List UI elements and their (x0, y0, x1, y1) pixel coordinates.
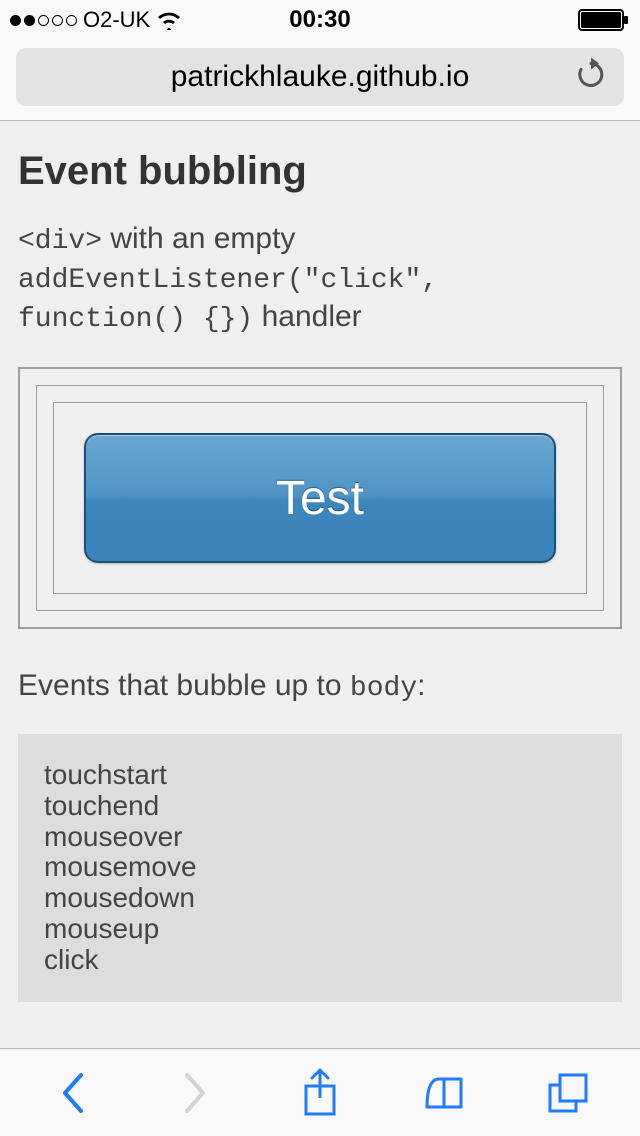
middle-div[interactable]: Test (36, 385, 604, 611)
status-bar: O2-UK 00:30 (0, 0, 640, 40)
forward-button[interactable] (171, 1068, 221, 1118)
browser-toolbar (0, 1048, 640, 1136)
event-item: touchend (44, 791, 596, 822)
address-bar[interactable]: patrickhlauke.github.io (16, 48, 624, 106)
page-title: Event bubbling (18, 149, 622, 194)
event-item: mousedown (44, 883, 596, 914)
outer-div[interactable]: Test (18, 367, 622, 629)
code-snippet: addEventListener("click", function() {}) (18, 265, 438, 335)
url-text: patrickhlauke.github.io (171, 60, 470, 94)
events-label: Events that bubble up to body: (18, 669, 622, 704)
test-button[interactable]: Test (84, 433, 556, 563)
event-item: click (44, 945, 596, 976)
event-item: mouseover (44, 822, 596, 853)
battery-icon (578, 9, 630, 31)
inner-div[interactable]: Test (53, 402, 587, 594)
clock: 00:30 (289, 6, 350, 34)
event-item: mouseup (44, 914, 596, 945)
browser-chrome-top: patrickhlauke.github.io (0, 40, 640, 121)
tabs-button[interactable] (543, 1068, 593, 1118)
event-item: mousemove (44, 852, 596, 883)
status-left: O2-UK (10, 7, 182, 33)
page-description: <div> with an empty addEventListener("cl… (18, 220, 622, 337)
bookmarks-button[interactable] (419, 1068, 469, 1118)
events-label-post: : (417, 669, 425, 702)
code-snippet: body (350, 673, 417, 704)
events-output: touchstart touchend mouseover mousemove … (18, 734, 622, 1002)
wifi-icon (156, 10, 182, 30)
page-content: Event bubbling <div> with an empty addEv… (0, 121, 640, 1049)
desc-text: with an empty (102, 222, 295, 255)
share-button[interactable] (295, 1068, 345, 1118)
back-button[interactable] (47, 1068, 97, 1118)
event-item: touchstart (44, 760, 596, 791)
carrier-label: O2-UK (83, 7, 150, 33)
signal-strength-icon (10, 15, 77, 26)
code-snippet: <div> (18, 226, 102, 257)
events-label-pre: Events that bubble up to (18, 669, 350, 702)
desc-text: handler (253, 300, 361, 333)
reload-icon[interactable] (576, 58, 606, 97)
